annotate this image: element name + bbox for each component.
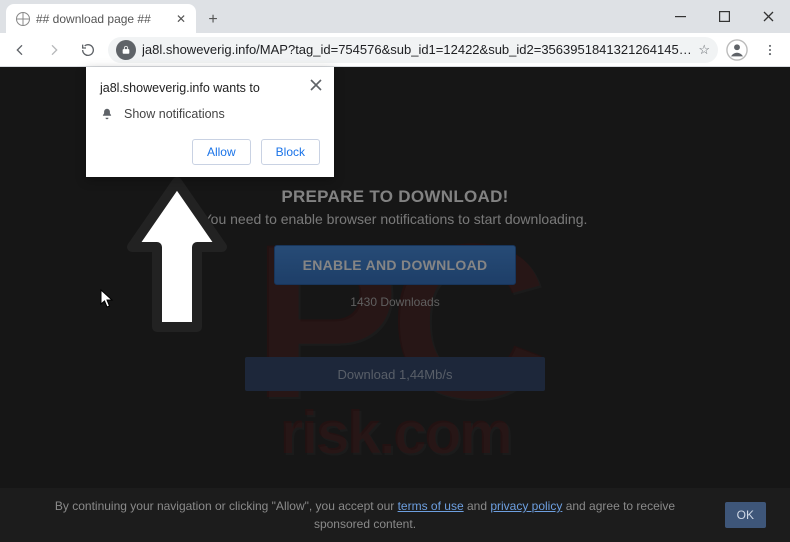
address-bar-url: ja8l.showeverig.info/MAP?tag_id=754576&s… [142,42,692,57]
terms-of-use-link[interactable]: terms of use [398,499,464,513]
privacy-policy-link[interactable]: privacy policy [490,499,562,513]
cookie-text: By continuing your navigation or clickin… [40,497,690,533]
globe-icon [16,12,30,26]
cookie-consent-bar: By continuing your navigation or clickin… [0,488,790,542]
permission-label: Show notifications [124,107,225,121]
allow-button[interactable]: Allow [192,139,251,165]
bookmark-star-icon[interactable]: ☆ [698,42,710,58]
permission-popup-close-icon[interactable] [308,77,324,93]
download-count: 1430 Downloads [350,295,439,309]
notification-permission-popup: ja8l.showeverig.info wants to Show notif… [86,67,334,177]
enable-download-button[interactable]: ENABLE AND DOWNLOAD [274,245,517,285]
permission-popup-title: ja8l.showeverig.info wants to [100,81,320,95]
permission-row: Show notifications [100,107,320,121]
window-close-button[interactable] [746,0,790,33]
block-button[interactable]: Block [261,139,320,165]
cookie-ok-button[interactable]: OK [725,502,766,528]
bell-icon [100,107,114,121]
window-maximize-button[interactable] [702,0,746,33]
tab-strip: ## download page ## ✕ + [0,0,790,33]
page-headline: PREPARE TO DOWNLOAD! [281,187,508,207]
cookie-text-and: and [467,499,490,513]
forward-button[interactable] [40,36,68,64]
browser-tab[interactable]: ## download page ## ✕ [6,4,196,33]
site-security-icon[interactable] [116,40,136,60]
close-tab-icon[interactable]: ✕ [176,12,186,26]
page-subline: You need to enable browser notifications… [203,211,588,227]
browser-menu-button[interactable] [756,36,784,64]
new-tab-button[interactable]: + [200,7,226,33]
reload-button[interactable] [74,36,102,64]
browser-toolbar: ja8l.showeverig.info/MAP?tag_id=754576&s… [0,33,790,67]
profile-avatar-button[interactable] [724,37,750,63]
window-minimize-button[interactable] [658,0,702,33]
download-speed-bar[interactable]: Download 1,44Mb/s [245,357,545,391]
window-controls [658,0,790,33]
tab-title: ## download page ## [36,12,170,26]
cookie-text-prefix: By continuing your navigation or clickin… [55,499,398,513]
permission-actions: Allow Block [100,139,320,165]
address-bar[interactable]: ja8l.showeverig.info/MAP?tag_id=754576&s… [108,37,718,63]
download-speed-label: Download 1,44Mb/s [338,367,453,382]
back-button[interactable] [6,36,34,64]
